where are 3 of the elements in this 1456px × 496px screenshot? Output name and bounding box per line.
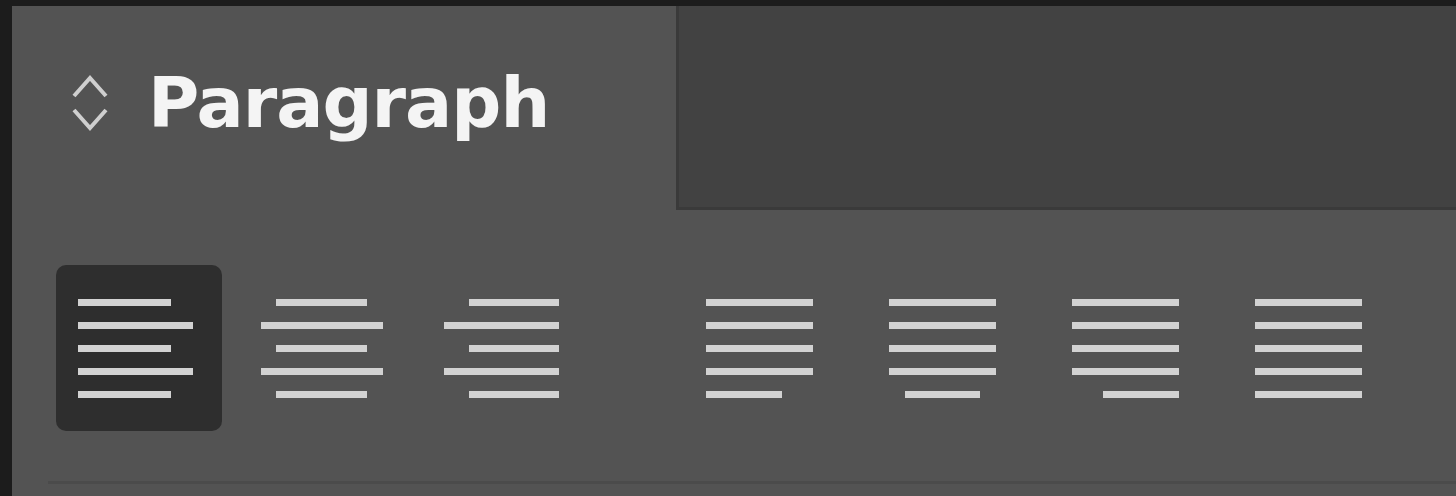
align-center-icon: [261, 298, 383, 398]
panel-title: Paragraph: [148, 62, 550, 144]
align-left-button[interactable]: [56, 265, 222, 431]
